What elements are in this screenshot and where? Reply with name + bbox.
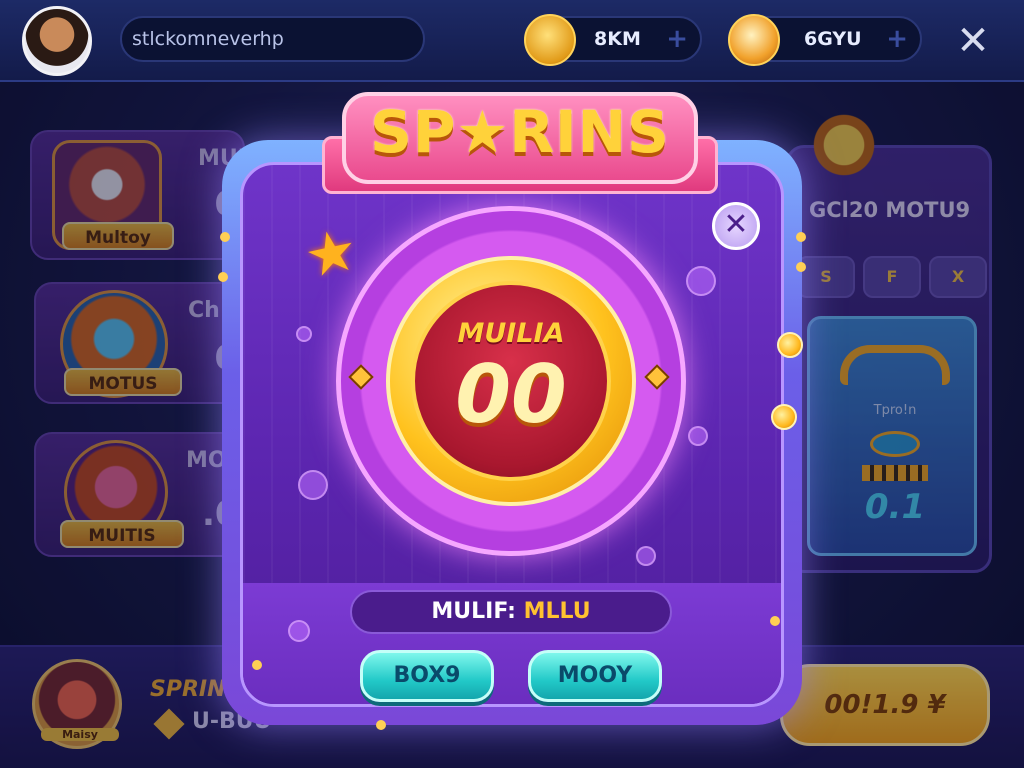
light-dot xyxy=(770,616,780,626)
bubble xyxy=(636,546,656,566)
modal-title: SP★RINS xyxy=(370,98,670,166)
top-bar: stlckomneverhp 8KM + 6GYU + ✕ xyxy=(0,0,1024,82)
close-icon[interactable]: ✕ xyxy=(712,202,760,250)
gem-amount: 6GYU xyxy=(804,28,862,50)
currency-gold[interactable]: 8KM + xyxy=(524,14,702,66)
bubble xyxy=(296,326,312,342)
light-dot xyxy=(376,720,386,730)
star-icon: ★ xyxy=(298,214,364,292)
gold-coin-icon xyxy=(524,14,576,66)
coin-icon xyxy=(777,332,803,358)
player-avatar[interactable] xyxy=(22,6,92,76)
mooy-button[interactable]: MOOY xyxy=(528,650,662,702)
light-dot xyxy=(796,232,806,242)
wheel-label: MUILIA xyxy=(457,318,565,349)
coin-icon xyxy=(771,404,797,430)
light-dot xyxy=(796,262,806,272)
light-dot xyxy=(218,272,228,282)
wheel-value: 00 xyxy=(455,348,567,441)
bubble xyxy=(688,426,708,446)
add-gold-button[interactable]: + xyxy=(666,18,688,60)
bubble xyxy=(686,266,716,296)
gold-amount: 8KM xyxy=(594,28,641,50)
player-name-field[interactable]: stlckomneverhp xyxy=(120,16,425,62)
bubble xyxy=(288,620,310,642)
currency-gems[interactable]: 6GYU + xyxy=(728,14,922,66)
gem-coin-icon xyxy=(728,14,780,66)
info-bar: MULIF: MLLU xyxy=(350,590,672,634)
info-value: MLLU xyxy=(523,599,591,624)
close-screen-icon[interactable]: ✕ xyxy=(950,18,996,64)
info-label: MULIF: xyxy=(431,599,516,624)
light-dot xyxy=(220,232,230,242)
light-dot xyxy=(252,660,262,670)
title-banner: SP★RINS xyxy=(322,88,718,208)
bubble xyxy=(298,470,328,500)
add-gems-button[interactable]: + xyxy=(886,18,908,60)
box-button[interactable]: BOX9 xyxy=(360,650,494,702)
